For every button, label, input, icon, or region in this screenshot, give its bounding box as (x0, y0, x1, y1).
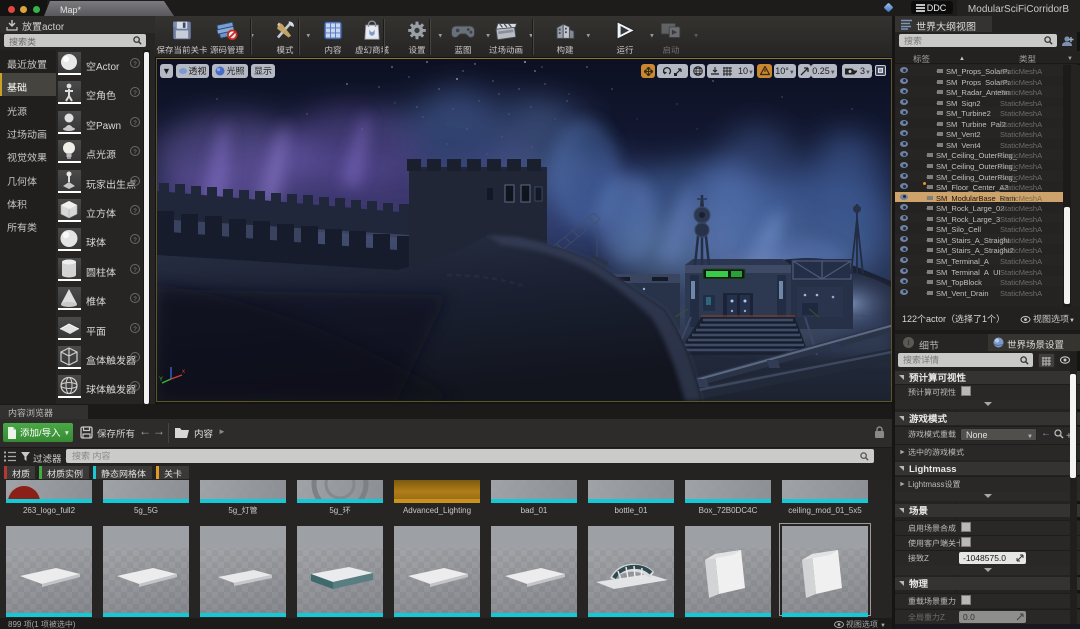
svg-text:x: x (182, 369, 185, 375)
svg-text:Y: Y (159, 377, 163, 383)
